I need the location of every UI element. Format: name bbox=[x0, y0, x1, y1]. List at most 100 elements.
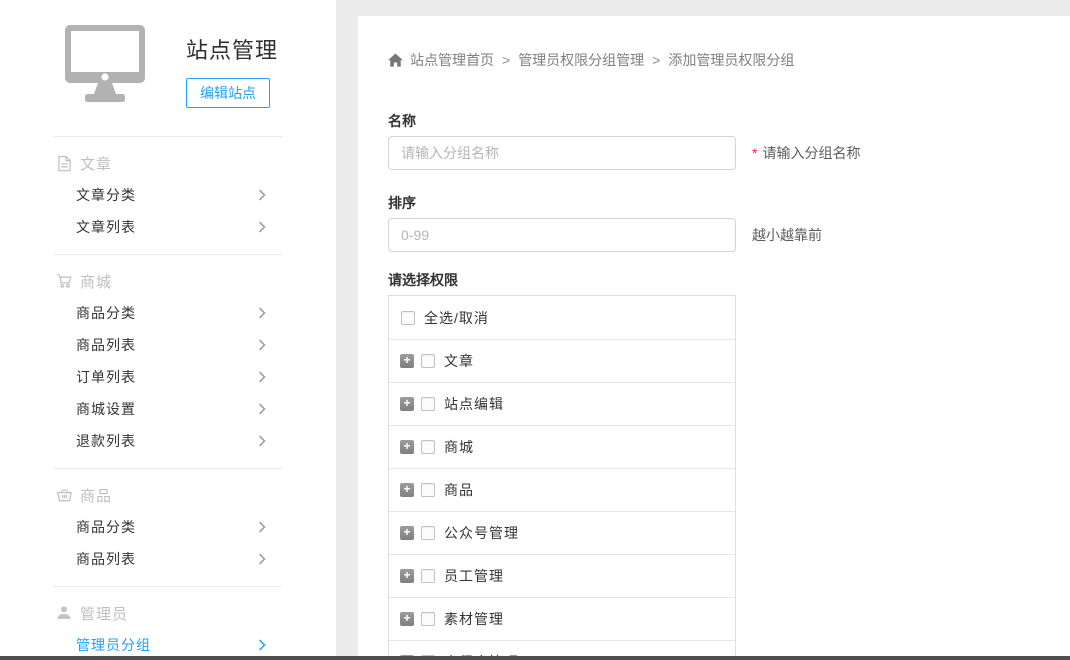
sidebar-item[interactable]: 商品分类 bbox=[0, 511, 336, 543]
sidebar-item-label: 商品列表 bbox=[76, 335, 136, 355]
sidebar-section: 文章文章分类文章列表 bbox=[0, 137, 336, 254]
permission-row: + 商城 bbox=[389, 425, 735, 468]
sidebar-section-header: 商城 bbox=[0, 265, 336, 297]
select-all-checkbox[interactable] bbox=[401, 311, 415, 325]
name-hint-text: 请输入分组名称 bbox=[762, 143, 860, 163]
sidebar-section: 商品商品分类商品列表 bbox=[0, 469, 336, 586]
sidebar: 站点管理 编辑站点 文章文章分类文章列表商城商品分类商品列表订单列表商城设置退款… bbox=[0, 0, 336, 660]
permission-checkbox[interactable] bbox=[421, 612, 435, 626]
permissions-field: 请选择权限 全选/取消 + 文章 + 站点编辑 + 商城 + 商品 + 公众号管理 + 员工管理 + 素材… bbox=[388, 271, 1070, 660]
permissions-label: 请选择权限 bbox=[388, 271, 1070, 289]
breadcrumb-item[interactable]: 管理员权限分组管理 bbox=[518, 52, 644, 68]
required-asterisk: * bbox=[752, 145, 757, 161]
permission-row: + 公众号管理 bbox=[389, 511, 735, 554]
chevron-right-icon bbox=[258, 307, 266, 319]
name-hint: * 请输入分组名称 bbox=[752, 143, 860, 163]
screen: 站点管理 编辑站点 文章文章分类文章列表商城商品分类商品列表订单列表商城设置退款… bbox=[0, 0, 1070, 660]
expand-plus-icon[interactable]: + bbox=[400, 354, 414, 368]
sidebar-item[interactable]: 订单列表 bbox=[0, 361, 336, 393]
sidebar-section-label: 管理员 bbox=[80, 603, 128, 624]
expand-plus-icon[interactable]: + bbox=[400, 569, 414, 583]
bottom-bar bbox=[0, 656, 1070, 660]
sidebar-section-header: 文章 bbox=[0, 147, 336, 179]
breadcrumb-separator: > bbox=[502, 52, 510, 68]
sidebar-section-label: 商品 bbox=[80, 485, 112, 506]
permission-row: + 商品 bbox=[389, 468, 735, 511]
expand-plus-icon[interactable]: + bbox=[400, 612, 414, 626]
permission-checkbox[interactable] bbox=[421, 440, 435, 454]
document-icon bbox=[55, 154, 73, 172]
expand-plus-icon[interactable]: + bbox=[400, 526, 414, 540]
site-info: 站点管理 编辑站点 bbox=[186, 24, 278, 108]
permission-checkbox[interactable] bbox=[421, 397, 435, 411]
permission-label: 员工管理 bbox=[444, 566, 504, 586]
home-icon bbox=[388, 53, 403, 67]
monitor-icon bbox=[64, 24, 148, 103]
permission-label: 文章 bbox=[444, 351, 474, 371]
chevron-right-icon bbox=[258, 189, 266, 201]
sort-hint-text: 越小越靠前 bbox=[752, 225, 822, 245]
chevron-right-icon bbox=[258, 435, 266, 447]
sidebar-item[interactable]: 退款列表 bbox=[0, 425, 336, 457]
sidebar-section: 商城商品分类商品列表订单列表商城设置退款列表 bbox=[0, 255, 336, 468]
permission-label: 素材管理 bbox=[444, 609, 504, 629]
main-panel: 站点管理首页>管理员权限分组管理>添加管理员权限分组 名称 * 请输入分组名称 … bbox=[358, 16, 1070, 660]
select-all-label: 全选/取消 bbox=[424, 308, 489, 328]
chevron-right-icon bbox=[258, 521, 266, 533]
basket-icon bbox=[55, 486, 73, 504]
permission-checkbox[interactable] bbox=[421, 569, 435, 583]
select-all-row: 全选/取消 bbox=[389, 296, 735, 339]
edit-site-button[interactable]: 编辑站点 bbox=[186, 78, 270, 108]
chevron-right-icon bbox=[258, 371, 266, 383]
breadcrumb: 站点管理首页 > 管理员权限分组管理 > 添加管理员权限分组 bbox=[388, 52, 1070, 68]
sidebar-item[interactable]: 商品列表 bbox=[0, 543, 336, 575]
sort-label: 排序 bbox=[388, 194, 1070, 212]
breadcrumb-separator: > bbox=[652, 52, 660, 68]
permission-label: 商城 bbox=[444, 437, 474, 457]
sidebar-section-label: 商城 bbox=[80, 271, 112, 292]
permission-checkbox[interactable] bbox=[421, 526, 435, 540]
sort-input[interactable] bbox=[388, 218, 736, 252]
permissions-table: 全选/取消 +文章+站点编辑+商城+商品+公众号管理+员工管理+素材管理+小程序… bbox=[388, 295, 736, 660]
breadcrumb-item[interactable]: 站点管理首页 bbox=[410, 52, 494, 68]
permission-checkbox[interactable] bbox=[421, 354, 435, 368]
sidebar-item[interactable]: 文章分类 bbox=[0, 179, 336, 211]
permission-label: 站点编辑 bbox=[444, 394, 504, 414]
chevron-right-icon bbox=[258, 339, 266, 351]
sidebar-item-label: 文章列表 bbox=[76, 217, 136, 237]
sidebar-item[interactable]: 文章列表 bbox=[0, 211, 336, 243]
chevron-right-icon bbox=[258, 639, 266, 651]
sidebar-item-label: 退款列表 bbox=[76, 431, 136, 451]
permission-checkbox[interactable] bbox=[421, 483, 435, 497]
name-input[interactable] bbox=[388, 136, 736, 170]
sidebar-item[interactable]: 商品分类 bbox=[0, 297, 336, 329]
expand-plus-icon[interactable]: + bbox=[400, 440, 414, 454]
chevron-right-icon bbox=[258, 553, 266, 565]
sidebar-item-label: 商城设置 bbox=[76, 399, 136, 419]
sidebar-section-label: 文章 bbox=[80, 153, 112, 174]
sidebar-section-header: 管理员 bbox=[0, 597, 336, 629]
sidebar-item-label: 文章分类 bbox=[76, 185, 136, 205]
permission-row: + 文章 bbox=[389, 339, 735, 382]
sidebar-section-header: 商品 bbox=[0, 479, 336, 511]
sidebar-item[interactable]: 商城设置 bbox=[0, 393, 336, 425]
permission-label: 商品 bbox=[444, 480, 474, 500]
site-title: 站点管理 bbox=[186, 33, 278, 65]
permission-row: + 素材管理 bbox=[389, 597, 735, 640]
sidebar-header: 站点管理 编辑站点 bbox=[0, 0, 336, 108]
sort-field: 排序 越小越靠前 bbox=[388, 194, 1070, 252]
sidebar-item[interactable]: 商品列表 bbox=[0, 329, 336, 361]
chevron-right-icon bbox=[258, 221, 266, 233]
expand-plus-icon[interactable]: + bbox=[400, 483, 414, 497]
sidebar-item-label: 商品分类 bbox=[76, 517, 136, 537]
sidebar-item-label: 商品分类 bbox=[76, 303, 136, 323]
permission-row: + 员工管理 bbox=[389, 554, 735, 597]
sidebar-item-label: 商品列表 bbox=[76, 549, 136, 569]
sort-hint: 越小越靠前 bbox=[752, 225, 822, 245]
cart-icon bbox=[55, 272, 73, 290]
permission-label: 公众号管理 bbox=[444, 523, 519, 543]
expand-plus-icon[interactable]: + bbox=[400, 397, 414, 411]
chevron-right-icon bbox=[258, 403, 266, 415]
breadcrumb-item: 添加管理员权限分组 bbox=[668, 52, 794, 68]
sidebar-item-label: 订单列表 bbox=[76, 367, 136, 387]
